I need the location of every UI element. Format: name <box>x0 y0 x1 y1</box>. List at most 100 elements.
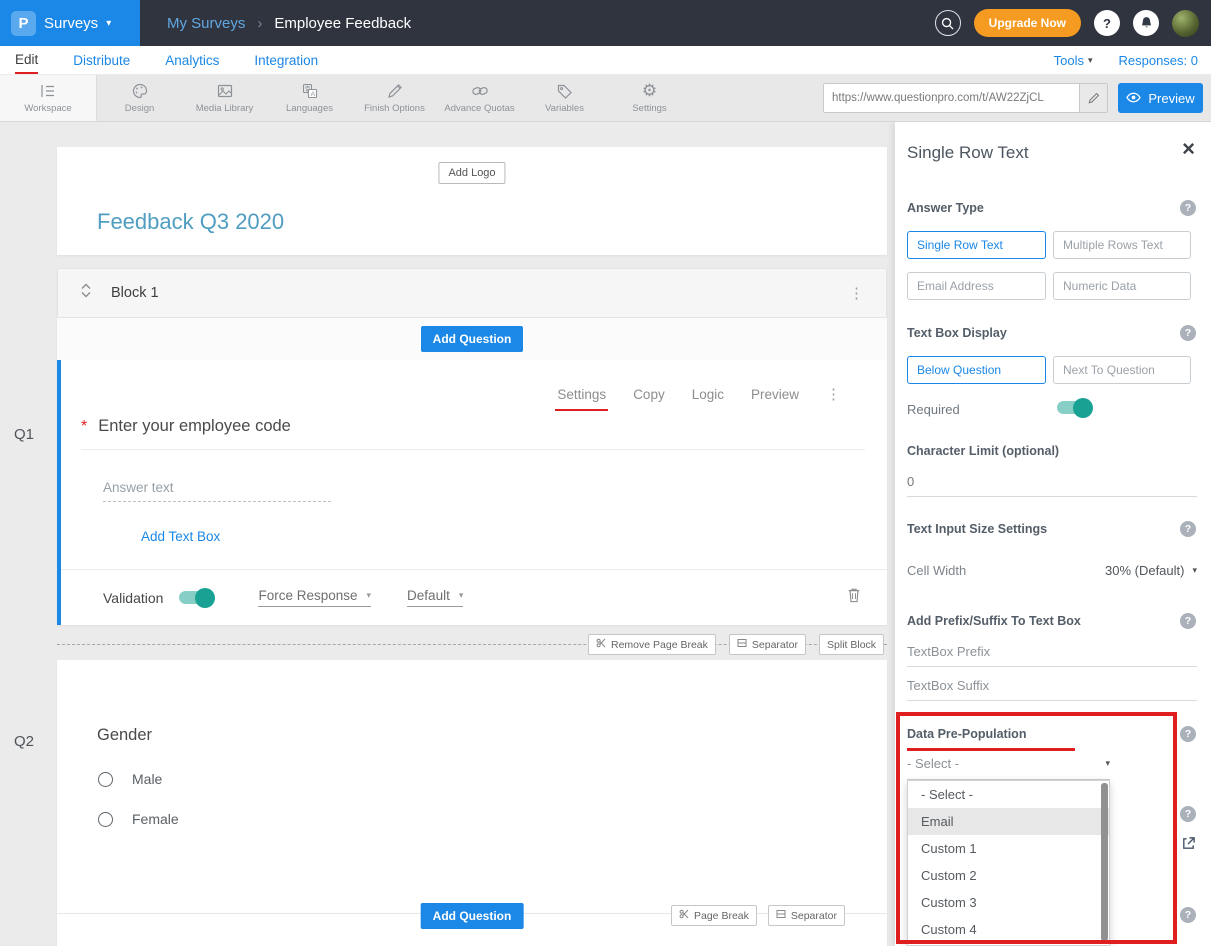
survey-url[interactable]: https://www.questionpro.com/t/AW22ZjCL <box>824 92 1079 104</box>
chevron-down-icon: ▾ <box>459 590 464 601</box>
breadcrumb-current: Employee Feedback <box>274 15 411 32</box>
preview-button[interactable]: Preview <box>1118 83 1203 113</box>
add-question-button[interactable]: Add Question <box>421 326 524 352</box>
option-next-to-question[interactable]: Next To Question <box>1053 356 1191 384</box>
option-numeric-data[interactable]: Numeric Data <box>1053 272 1191 300</box>
product-menu[interactable]: P Surveys ▾ <box>0 0 140 46</box>
separator-button[interactable]: Separator <box>729 634 806 655</box>
chevron-down-icon: ▾ <box>1192 565 1197 576</box>
help-icon[interactable]: ? <box>1180 200 1196 216</box>
tab-logic[interactable]: Logic <box>692 387 724 402</box>
add-question-button[interactable]: Add Question <box>421 903 524 929</box>
dropdown-option-email[interactable]: Email <box>908 808 1109 835</box>
search-icon[interactable] <box>935 10 961 36</box>
cell-width-select[interactable]: 30% (Default) ▾ <box>1105 563 1197 578</box>
page-break-icon <box>596 638 606 651</box>
add-text-box-link[interactable]: Add Text Box <box>141 529 220 544</box>
text-box-display-options: Below Question Next To Question <box>907 356 1191 384</box>
close-icon[interactable]: × <box>1182 136 1195 162</box>
upgrade-button[interactable]: Upgrade Now <box>974 9 1081 37</box>
toolbar-item-workspace[interactable]: Workspace <box>0 75 97 121</box>
dropdown-option-custom-3[interactable]: Custom 3 <box>908 889 1109 916</box>
breadcrumb-separator-icon: › <box>257 15 262 32</box>
required-toggle[interactable] <box>1057 401 1090 414</box>
toolbar-item-languages[interactable]: A Languages <box>267 75 352 121</box>
edit-url-pencil-icon[interactable] <box>1079 84 1107 112</box>
topbar-actions: Upgrade Now ? <box>935 9 1211 37</box>
svg-text:A: A <box>310 91 315 98</box>
answer-option-female: Female <box>98 811 179 827</box>
block-menu-kebab-icon[interactable]: ⋮ <box>849 284 864 302</box>
text-box-display-label: Text Box Display <box>907 326 1007 340</box>
dropdown-option-custom-4[interactable]: Custom 4 <box>908 916 1109 943</box>
answer-text-field[interactable]: Answer text <box>103 480 331 502</box>
tools-menu[interactable]: Tools ▾ <box>1054 53 1093 68</box>
add-question-strip: Add Question <box>57 318 887 360</box>
help-icon[interactable]: ? <box>1180 325 1196 341</box>
help-icon[interactable]: ? <box>1180 806 1196 822</box>
toolbar-item-advance-quotas[interactable]: Advance Quotas <box>437 75 522 121</box>
toolbar-item-finish-options[interactable]: Finish Options <box>352 75 437 121</box>
add-logo-button[interactable]: Add Logo <box>438 162 505 184</box>
panel-title: Single Row Text <box>907 143 1029 163</box>
tab-settings[interactable]: Settings <box>557 387 606 402</box>
responses-count[interactable]: Responses: 0 <box>1119 53 1199 68</box>
avatar[interactable] <box>1172 10 1199 37</box>
force-response-select[interactable]: Force Response ▾ <box>258 588 371 607</box>
question-tabs: Settings Copy Logic Preview ⋮ <box>557 385 841 403</box>
option-below-question[interactable]: Below Question <box>907 356 1046 384</box>
tab-distribute[interactable]: Distribute <box>73 46 130 74</box>
option-single-row-text[interactable]: Single Row Text <box>907 231 1046 259</box>
question-text[interactable]: Gender <box>97 726 152 745</box>
toolbar-item-settings[interactable]: ⚙ Settings <box>607 75 692 121</box>
option-email-address[interactable]: Email Address <box>907 272 1046 300</box>
toolbar-item-variables[interactable]: Variables <box>522 75 607 121</box>
tab-integration[interactable]: Integration <box>254 46 318 74</box>
external-link-icon[interactable] <box>1181 836 1196 856</box>
dropdown-option-custom-1[interactable]: Custom 1 <box>908 835 1109 862</box>
answer-type-options: Single Row Text Multiple Rows Text Email… <box>907 231 1191 300</box>
option-multiple-rows-text[interactable]: Multiple Rows Text <box>1053 231 1191 259</box>
dropdown-scrollbar[interactable] <box>1101 783 1108 941</box>
delete-question-trash-icon[interactable] <box>847 587 861 608</box>
radio-female[interactable] <box>98 812 113 827</box>
annotation-red-underline <box>907 748 1075 751</box>
remove-page-break-button[interactable]: Remove Page Break <box>588 634 716 655</box>
notifications-bell-icon[interactable] <box>1133 10 1159 36</box>
top-bar: P Surveys ▾ My Surveys › Employee Feedba… <box>0 0 1211 46</box>
validation-toggle[interactable] <box>179 591 212 604</box>
split-block-button[interactable]: Split Block <box>819 634 884 655</box>
radio-male[interactable] <box>98 772 113 787</box>
character-limit-input[interactable]: 0 <box>907 474 1197 497</box>
help-icon[interactable]: ? <box>1180 521 1196 537</box>
question-text[interactable]: Enter your employee code <box>98 417 291 436</box>
survey-title[interactable]: Feedback Q3 2020 <box>97 209 284 235</box>
preview-label: Preview <box>1148 91 1194 106</box>
collapse-block-icon[interactable] <box>80 283 92 303</box>
chevron-down-icon: ▾ <box>1105 758 1110 769</box>
toolbar-item-media-library[interactable]: Media Library <box>182 75 267 121</box>
help-icon[interactable]: ? <box>1094 10 1120 36</box>
textbox-prefix-input[interactable]: TextBox Prefix <box>907 644 1197 667</box>
help-icon[interactable]: ? <box>1180 613 1196 629</box>
tab-edit[interactable]: Edit <box>15 46 38 74</box>
breadcrumb-my-surveys[interactable]: My Surveys <box>167 15 245 32</box>
validation-label: Validation <box>103 590 163 606</box>
toolbar-item-design[interactable]: Design <box>97 75 182 121</box>
tab-analytics[interactable]: Analytics <box>165 46 219 74</box>
textbox-suffix-input[interactable]: TextBox Suffix <box>907 678 1197 701</box>
data-prepopulation-select[interactable]: - Select - ▾ <box>907 756 1110 780</box>
default-select[interactable]: Default ▾ <box>407 588 463 607</box>
question-menu-kebab-icon[interactable]: ⋮ <box>826 385 841 403</box>
tab-preview[interactable]: Preview <box>751 387 799 402</box>
block-title[interactable]: Block 1 <box>111 285 159 301</box>
separator-button[interactable]: Separator <box>768 905 845 926</box>
dropdown-option-custom-2[interactable]: Custom 2 <box>908 862 1109 889</box>
chevron-down-icon: ▾ <box>1088 55 1093 66</box>
help-icon[interactable]: ? <box>1180 726 1196 742</box>
help-icon[interactable]: ? <box>1180 907 1196 923</box>
dropdown-option-select[interactable]: - Select - <box>908 781 1109 808</box>
page-break-button[interactable]: Page Break <box>671 905 757 926</box>
question-card-q1: Settings Copy Logic Preview ⋮ * Enter yo… <box>57 360 887 625</box>
tab-copy[interactable]: Copy <box>633 387 665 402</box>
